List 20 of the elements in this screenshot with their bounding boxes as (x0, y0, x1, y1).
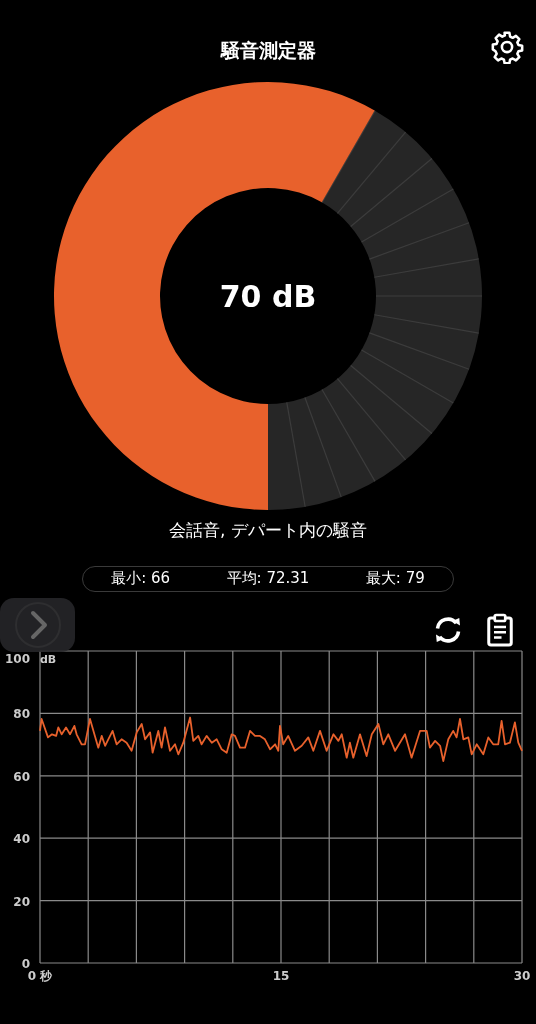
settings-icon (490, 30, 524, 64)
settings-button[interactable] (490, 30, 524, 64)
y-axis-label: 20 (13, 894, 30, 909)
y-axis-label: 40 (13, 831, 30, 846)
noise-description: 会話音, デパート内の騒音 (168, 519, 368, 542)
y-axis-unit: dB (40, 652, 57, 666)
chevron-right-icon (13, 601, 62, 649)
y-axis-label: 0 (21, 956, 30, 971)
x-axis-label: 30 (513, 968, 531, 983)
x-axis-label: 15 (272, 968, 290, 983)
y-axis-label: 100 (4, 651, 30, 666)
y-axis-label: 60 (13, 769, 30, 784)
x-axis-label: 0 秒 (27, 968, 53, 983)
stat-value: 平均: 72.31 (226, 568, 310, 590)
y-axis-label: 80 (13, 706, 30, 721)
decibel-reading: 70 dB (219, 277, 317, 316)
stat-value: 最小: 66 (111, 568, 171, 590)
expand-button[interactable] (0, 598, 75, 652)
stat-value: 最大: 79 (365, 568, 425, 590)
app-title: 騒音測定器 (220, 37, 316, 63)
